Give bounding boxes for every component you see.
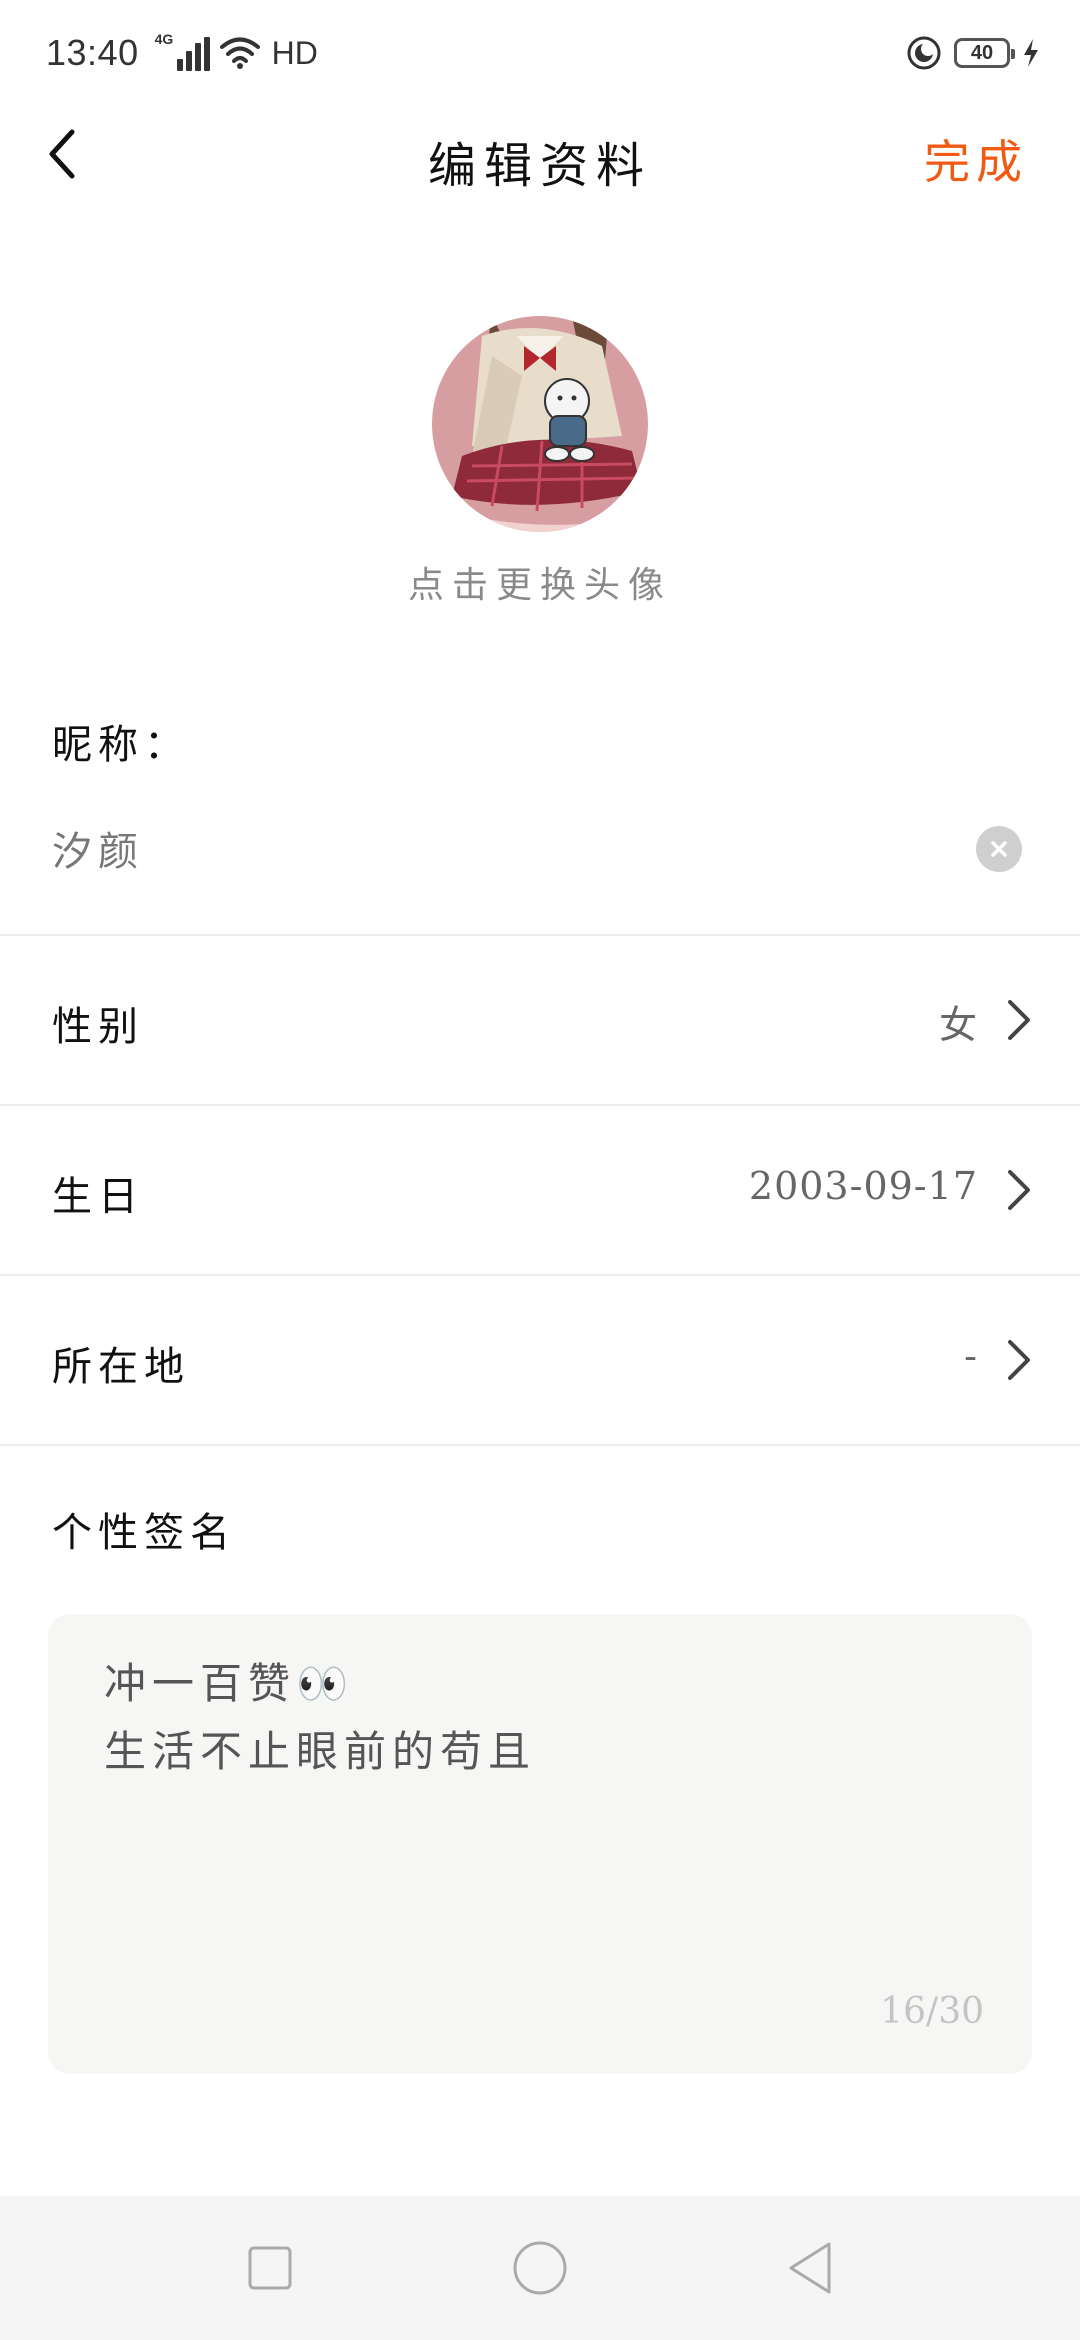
status-right: 40 (906, 30, 1040, 76)
gender-row[interactable]: 性别 女 (0, 936, 1080, 1104)
status-time: 13:40 (46, 32, 139, 73)
charging-icon (1024, 39, 1038, 67)
gender-label: 性别 (52, 1004, 144, 1050)
location-label: 所在地 (52, 1344, 190, 1390)
header: 编辑资料 完成 (0, 104, 1080, 204)
home-icon (513, 2241, 567, 2295)
birthday-row[interactable]: 生日 2003-09-17 (0, 1106, 1080, 1274)
status-left: 13:40 4G HD (46, 30, 318, 76)
signature-input[interactable]: 冲一百赞👀 生活不止眼前的苟且 (104, 1650, 964, 1950)
chevron-right-icon (1008, 1340, 1030, 1380)
back-nav-button[interactable] (780, 2238, 840, 2298)
recent-apps-icon (248, 2246, 292, 2290)
signature-char-count: 16/30 (880, 1991, 984, 2032)
clear-nickname-button[interactable] (976, 826, 1022, 872)
divider (0, 1444, 1080, 1446)
signal-icon: 4G (155, 31, 210, 71)
done-button[interactable]: 完成 (924, 126, 1028, 192)
nickname-label: 昵称： (52, 722, 190, 768)
signature-box: 冲一百赞👀 生活不止眼前的苟且 16/30 (48, 1614, 1032, 2074)
recent-apps-button[interactable] (240, 2238, 300, 2298)
home-button[interactable] (510, 2238, 570, 2298)
page-title: 编辑资料 (427, 138, 652, 194)
network-type: 4G (154, 31, 174, 47)
battery-level: 40 (970, 41, 994, 64)
battery-icon: 40 (954, 38, 1015, 68)
chevron-right-icon (1008, 1170, 1030, 1210)
system-nav-bar (0, 2196, 1080, 2340)
chevron-right-icon (1008, 1000, 1030, 1040)
avatar[interactable] (432, 316, 648, 532)
hd-label: HD (271, 34, 318, 71)
birthday-label: 生日 (52, 1174, 144, 1220)
close-icon (991, 841, 1007, 857)
nickname-input[interactable] (52, 816, 952, 880)
birthday-value: 2003-09-17 (748, 1164, 978, 1208)
avatar-image (432, 316, 648, 532)
location-value: - (964, 1334, 978, 1378)
location-row[interactable]: 所在地 - (0, 1276, 1080, 1444)
status-bar: 13:40 4G HD 40 (0, 0, 1080, 104)
signature-label: 个性签名 (52, 1510, 236, 1556)
change-avatar-hint[interactable]: 点击更换头像 (0, 556, 1080, 608)
wifi-icon (219, 37, 260, 69)
gender-value: 女 (938, 1003, 978, 1047)
back-triangle-icon (789, 2242, 831, 2294)
do-not-disturb-icon (907, 36, 941, 70)
